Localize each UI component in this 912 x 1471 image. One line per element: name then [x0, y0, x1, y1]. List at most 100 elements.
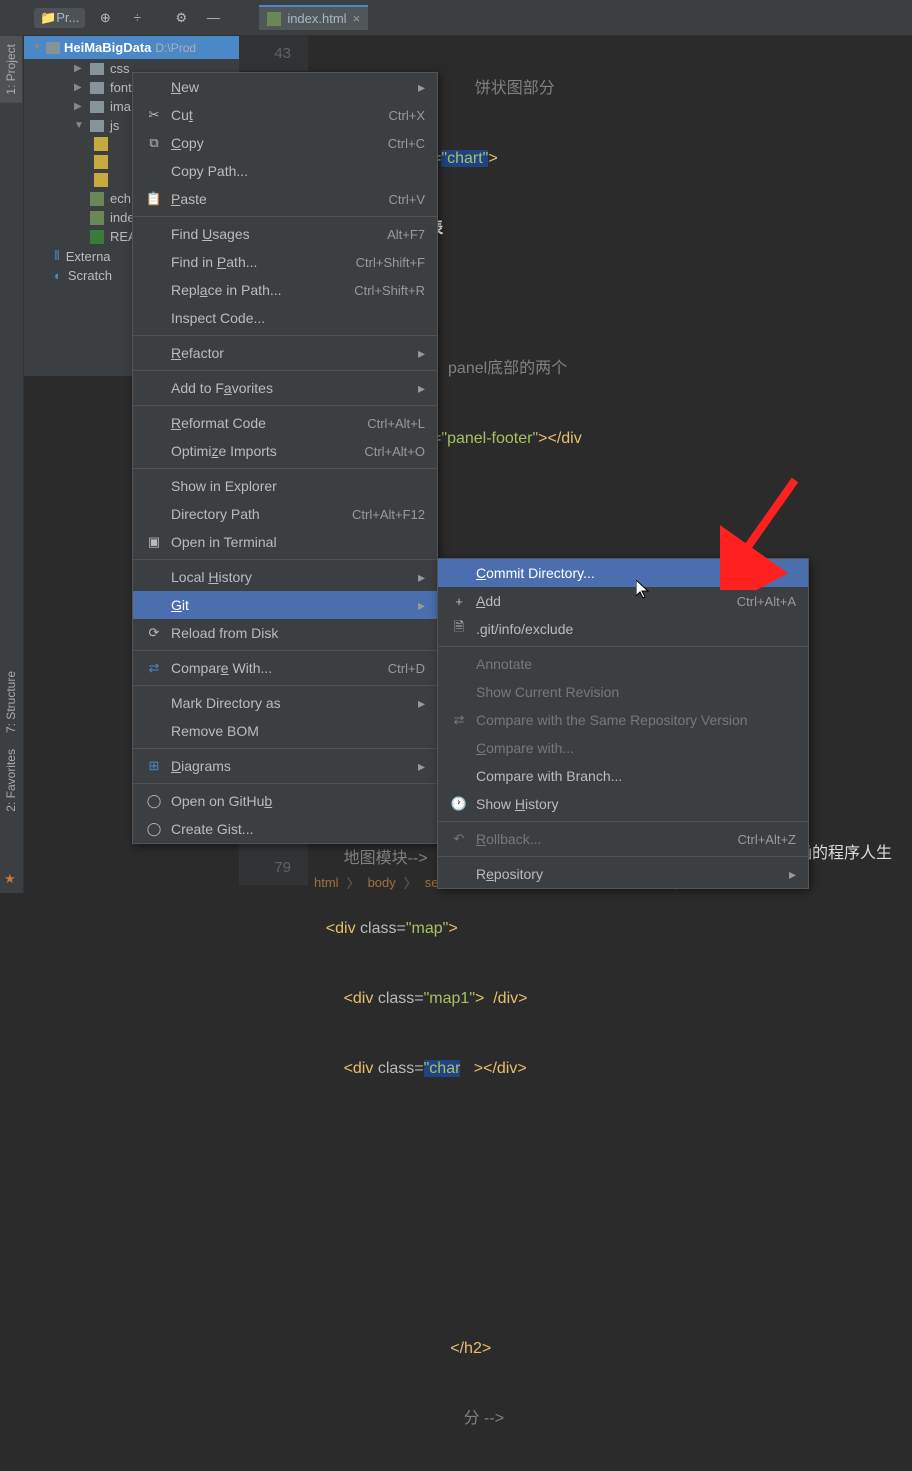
library-icon: ⦀ [54, 248, 60, 264]
code-line: <div class="char ></div> [308, 1051, 912, 1086]
menu-git[interactable]: Git▸ [133, 591, 437, 619]
menu-paste[interactable]: 📋PasteCtrl+V [133, 185, 437, 213]
submenu-add[interactable]: +AddCtrl+Alt+A [438, 587, 808, 615]
menu-gist[interactable]: ◯Create Gist... [133, 815, 437, 843]
terminal-icon: ▣ [145, 534, 163, 550]
submenu-commit[interactable]: Commit Directory... [438, 559, 808, 587]
menu-compare[interactable]: ⇄Compare With...Ctrl+D [133, 654, 437, 682]
submenu-showhist[interactable]: 🕐Show History [438, 790, 808, 818]
menu-findusages[interactable]: Find UsagesAlt+F7 [133, 220, 437, 248]
separator [133, 685, 437, 686]
separator [133, 216, 437, 217]
separator [133, 405, 437, 406]
submenu-annotate: Annotate [438, 650, 808, 678]
separator [438, 646, 808, 647]
submenu-compbranch[interactable]: Compare with Branch... [438, 762, 808, 790]
code-line: <div class="map1"> /div> [308, 981, 912, 1016]
tab-label: index.html [287, 11, 346, 26]
menu-refactor[interactable]: Refactor▸ [133, 339, 437, 367]
html-file-icon [267, 12, 281, 26]
folder-icon [90, 82, 104, 94]
rail-project[interactable]: 1: Project [0, 36, 22, 103]
label: js [110, 118, 119, 133]
root-label: HeiMaBigData [64, 40, 151, 55]
gutter: 43 [239, 36, 309, 71]
star-icon[interactable]: ★ [4, 871, 16, 887]
line-number: 43 [239, 36, 291, 71]
js-file-icon [94, 173, 108, 187]
github-icon: ◯ [145, 821, 163, 837]
menu-optimize[interactable]: Optimize ImportsCtrl+Alt+O [133, 437, 437, 465]
line-number: 79 [239, 850, 291, 885]
html-file-icon [90, 211, 104, 225]
top-toolbar: 📁 Pr... ⊕ ÷ ⚙ — index.html × [0, 0, 912, 36]
menu-new[interactable]: New▸ [133, 73, 437, 101]
chevron-down-icon: ▼ [32, 42, 42, 53]
code-line: 分 --> [308, 1401, 912, 1436]
scratch-icon: ◐ [54, 268, 62, 283]
clock-icon: 🕐 [450, 796, 468, 812]
rail-favorites[interactable]: 2: Favorites [0, 741, 22, 820]
menu-replacepath[interactable]: Replace in Path...Ctrl+Shift+R [133, 276, 437, 304]
folder-icon [90, 120, 104, 132]
tree-root[interactable]: ▼ HeiMaBigData D:\Prod [24, 36, 239, 59]
menu-copypath[interactable]: Copy Path... [133, 157, 437, 185]
bc-body[interactable]: body [364, 875, 400, 890]
rail-structure[interactable]: 7: Structure [0, 663, 22, 741]
menu-findpath[interactable]: Find in Path...Ctrl+Shift+F [133, 248, 437, 276]
plus-icon: + [450, 594, 468, 609]
tab-index-html[interactable]: index.html × [259, 5, 368, 30]
submenu-compwith: Compare with... [438, 734, 808, 762]
html-file-icon [90, 192, 104, 206]
label: font [110, 80, 132, 95]
menu-localhistory[interactable]: Local History▸ [133, 563, 437, 591]
menu-reformat[interactable]: Reformat CodeCtrl+Alt+L [133, 409, 437, 437]
menu-opengithub[interactable]: ◯Open on GitHub [133, 787, 437, 815]
label: Externa [66, 249, 111, 264]
folder-icon [90, 63, 104, 75]
menu-cut[interactable]: ✂CutCtrl+X [133, 101, 437, 129]
menu-showexp[interactable]: Show in Explorer [133, 472, 437, 500]
bc-html[interactable]: html [310, 875, 343, 890]
submenu-compsame: ⇄Compare with the Same Repository Versio… [438, 706, 808, 734]
chevron-down-icon: ▼ [74, 120, 84, 131]
menu-reload[interactable]: ⟳Reload from Disk [133, 619, 437, 647]
submenu-exclude[interactable]: 🗎.git/info/exclude [438, 615, 808, 643]
target-icon[interactable]: ⊕ [91, 4, 119, 32]
label: inde [110, 210, 135, 225]
folder-icon [90, 101, 104, 113]
gear-icon[interactable]: ⚙ [167, 4, 195, 32]
copy-icon: ⧉ [145, 135, 163, 151]
menu-inspect[interactable]: Inspect Code... [133, 304, 437, 332]
tab-bar: index.html × [259, 5, 368, 30]
git-submenu: Commit Directory... +AddCtrl+Alt+A 🗎.git… [437, 558, 809, 889]
separator [133, 559, 437, 560]
js-file-icon [94, 155, 108, 169]
separator [133, 335, 437, 336]
menu-copy[interactable]: ⧉CopyCtrl+C [133, 129, 437, 157]
label: ech [110, 191, 131, 206]
submenu-showcur: Show Current Revision [438, 678, 808, 706]
folder-icon: 📁 [40, 10, 56, 26]
menu-dirpath[interactable]: Directory PathCtrl+Alt+F12 [133, 500, 437, 528]
rollback-icon: ↶ [450, 831, 468, 847]
collapse-icon[interactable]: ÷ [123, 4, 151, 32]
paste-icon: 📋 [145, 191, 163, 207]
menu-diagrams[interactable]: ⊞Diagrams▸ [133, 752, 437, 780]
separator [438, 821, 808, 822]
submenu-repo[interactable]: Repository▸ [438, 860, 808, 888]
close-icon[interactable]: × [353, 11, 361, 26]
project-dropdown[interactable]: 📁 Pr... [34, 8, 85, 28]
md-file-icon [90, 230, 104, 244]
chevron-right-icon: ▶ [74, 82, 84, 93]
menu-openterm[interactable]: ▣Open in Terminal [133, 528, 437, 556]
file-icon: 🗎 [450, 618, 468, 640]
menu-addfav[interactable]: Add to Favorites▸ [133, 374, 437, 402]
diagram-icon: ⊞ [145, 758, 163, 774]
compare-icon: ⇄ [145, 660, 163, 676]
code-line: <div class="map"> [308, 911, 912, 946]
menu-removebom[interactable]: Remove BOM [133, 717, 437, 745]
minimize-icon[interactable]: — [199, 4, 227, 32]
separator [133, 370, 437, 371]
menu-markdir[interactable]: Mark Directory as▸ [133, 689, 437, 717]
